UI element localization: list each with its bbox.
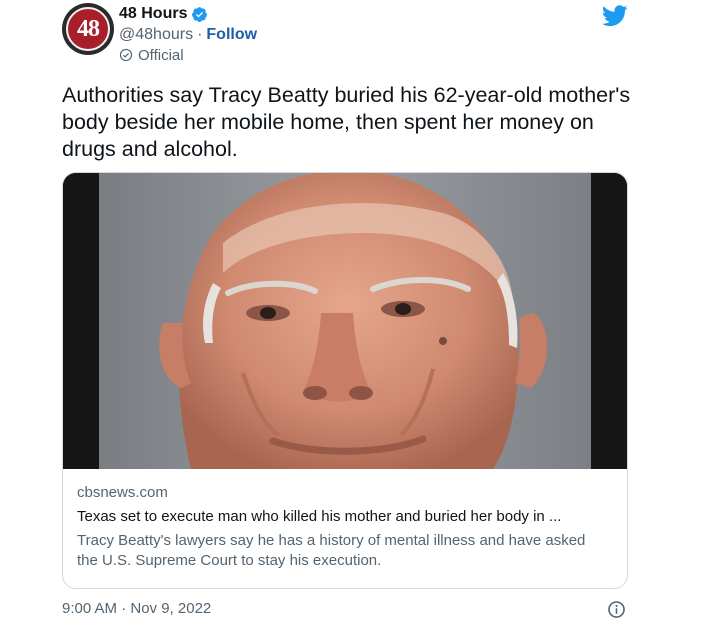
link-card[interactable]: cbsnews.com Texas set to execute man who… xyxy=(62,172,628,589)
card-description: Tracy Beatty's lawyers say he has a hist… xyxy=(77,532,586,569)
card-domain: cbsnews.com xyxy=(77,484,168,501)
card-image[interactable] xyxy=(63,173,627,469)
tweet-text: Authorities say Tracy Beatty buried his … xyxy=(62,83,631,161)
card-title: Texas set to execute man who killed his … xyxy=(77,508,562,525)
display-name[interactable]: 48 Hours xyxy=(119,5,187,23)
tweet-timestamp[interactable]: 9:00 AM · Nov 9, 2022 xyxy=(62,600,211,617)
twitter-bird-icon[interactable] xyxy=(602,5,628,27)
verified-badge-icon xyxy=(192,6,208,22)
official-badge-icon xyxy=(119,48,133,62)
tweet-embed: 48 48 Hours @48hours · Follow Official A… xyxy=(0,0,702,624)
handle[interactable]: @48hours xyxy=(119,26,193,44)
info-icon[interactable] xyxy=(607,600,626,619)
official-label-row: Official xyxy=(119,46,184,64)
avatar-logo: 48 xyxy=(66,7,110,51)
handle-row: @48hours · Follow xyxy=(119,25,257,45)
card-info[interactable]: cbsnews.com Texas set to execute man who… xyxy=(63,469,627,571)
name-row: 48 Hours xyxy=(119,4,208,24)
follow-button[interactable]: Follow xyxy=(206,26,257,44)
separator: · xyxy=(197,26,203,43)
avatar[interactable]: 48 xyxy=(62,3,114,55)
official-label: Official xyxy=(138,46,184,64)
mugshot-photo xyxy=(63,173,627,469)
